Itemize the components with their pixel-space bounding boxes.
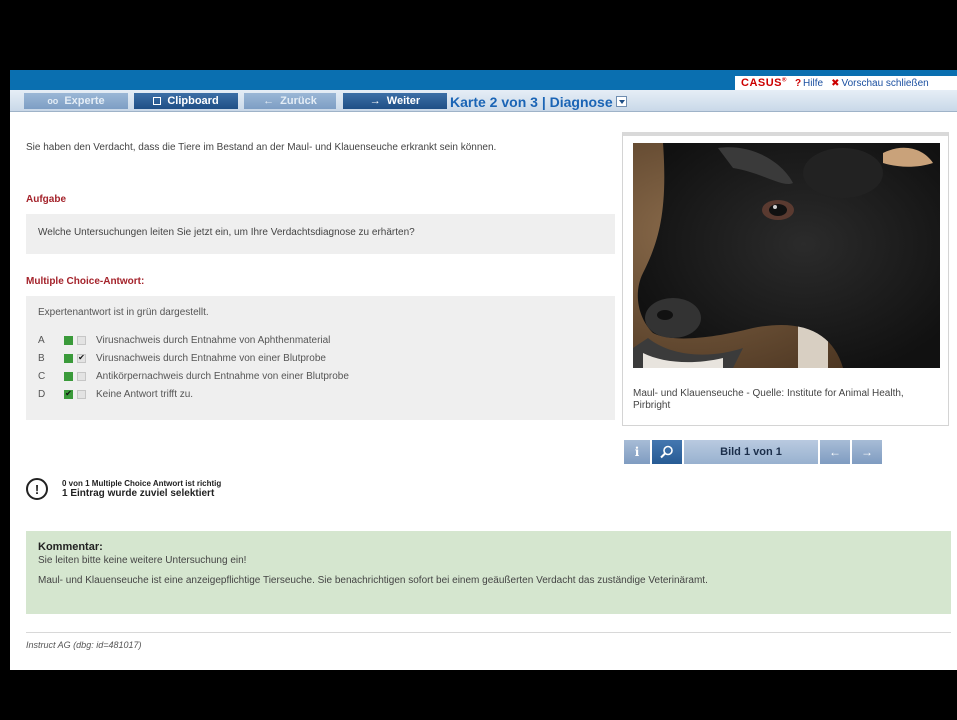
option-letter: C <box>38 370 46 382</box>
user-checkbox[interactable]: ✔ <box>77 353 86 363</box>
arrow-left-icon: ← <box>263 95 275 107</box>
comment-box: Kommentar: Sie leiten bitte keine weiter… <box>26 531 951 614</box>
clipboard-icon <box>153 97 162 105</box>
close-icon: ✖ <box>831 77 840 89</box>
comment-line-1: Sie leiten bitte keine weitere Untersuch… <box>38 555 247 566</box>
image-nav: i Bild 1 von 1 ← → <box>624 440 882 464</box>
cow-image <box>633 143 940 368</box>
magnifier-icon <box>660 445 673 459</box>
answer-option-b[interactable]: B ✔ Virusnachweis durch Entnahme von einer… <box>38 349 603 367</box>
image-counter: Bild 1 von 1 <box>684 440 818 464</box>
expert-checkbox <box>64 335 73 345</box>
arrow-right-icon: → <box>861 445 873 459</box>
answer-option-a[interactable]: A Virusnachweis durch Entnahme von Aphthe… <box>38 331 603 349</box>
app-window: CASUS® ? Hilfe ✖ Vorschau schließen oo Exp… <box>10 70 957 670</box>
arrow-left-icon: ← <box>829 445 841 459</box>
clipboard-button[interactable]: Clipboard <box>134 93 238 109</box>
help-icon: ? <box>794 77 802 89</box>
result-line-2: 1 Eintrag wurde zuviel selektiert <box>62 488 215 499</box>
option-text: Keine Antwort trifft zu. <box>96 388 194 400</box>
image-caption: Maul- und Klauenseuche - Quelle: Institu… <box>633 388 904 411</box>
answer-box: Expertenantwort ist in grün dargestellt.… <box>26 296 615 420</box>
task-heading: Aufgabe <box>26 194 66 205</box>
zoom-button[interactable] <box>652 440 682 464</box>
top-bar: CASUS® ? Hilfe ✖ Vorschau schließen <box>10 70 957 90</box>
answer-option-d[interactable]: D ✔ Keine Antwort trifft zu. <box>38 385 603 403</box>
user-checkbox[interactable] <box>77 335 86 345</box>
expert-checkbox <box>64 371 73 381</box>
arrow-right-icon: → <box>369 95 381 107</box>
close-preview-link[interactable]: ✖ Vorschau schließen <box>831 78 929 89</box>
user-checkbox[interactable] <box>77 389 86 399</box>
info-button[interactable]: i <box>624 440 650 464</box>
chevron-down-icon[interactable] <box>615 96 627 107</box>
next-image-button[interactable]: → <box>852 440 882 464</box>
option-letter: D <box>38 388 46 400</box>
image-panel: Maul- und Klauenseuche - Quelle: Institu… <box>622 132 949 426</box>
comment-line-2: Maul- und Klauenseuche ist eine anzeigep… <box>38 575 708 586</box>
task-question: Welche Untersuchungen leiten Sie jetzt e… <box>26 214 615 254</box>
casus-logo: CASUS® <box>741 77 787 89</box>
warning-icon: ! <box>26 478 48 500</box>
divider <box>26 632 951 633</box>
next-label: Weiter <box>386 95 421 107</box>
option-letter: A <box>38 334 45 346</box>
close-preview-label: Vorschau schließen <box>841 77 929 89</box>
footer-text: Instruct AG (dbg: id=481017) <box>26 640 142 650</box>
option-text: Virusnachweis durch Entnahme von Aphthen… <box>96 334 331 346</box>
result-line-1: 0 von 1 Multiple Choice Antwort ist rich… <box>62 479 222 488</box>
user-checkbox[interactable] <box>77 371 86 381</box>
expert-checkbox <box>64 353 73 363</box>
back-label: Zurück <box>280 95 317 107</box>
clipboard-label: Clipboard <box>167 95 219 107</box>
mc-hint: Expertenantwort ist in grün dargestellt. <box>38 307 209 318</box>
cow-photo[interactable] <box>633 143 940 368</box>
option-letter: B <box>38 352 45 364</box>
brand-box: CASUS® ? Hilfe ✖ Vorschau schließen <box>735 76 957 90</box>
glasses-icon: oo <box>47 96 59 106</box>
prev-image-button[interactable]: ← <box>820 440 850 464</box>
help-label: Hilfe <box>803 77 824 89</box>
option-text: Antikörpernachweis durch Entnahme von ei… <box>96 370 349 382</box>
card-select[interactable]: Karte 2 von 3 | Diagnose <box>450 93 627 110</box>
result-text: 0 von 1 Multiple Choice Antwort ist rich… <box>62 479 221 499</box>
nav-bar: oo Experte Clipboard ← Zurück → Weiter K… <box>10 90 957 112</box>
comment-title: Kommentar: <box>38 541 103 553</box>
mc-heading: Multiple Choice-Antwort: <box>26 276 145 287</box>
intro-text: Sie haben den Verdacht, dass die Tiere i… <box>26 142 497 153</box>
expert-label: Experte <box>64 95 105 107</box>
result-summary: ! 0 von 1 Multiple Choice Antwort ist ri… <box>26 478 221 500</box>
back-button[interactable]: ← Zurück <box>244 93 336 109</box>
info-icon: i <box>634 445 640 459</box>
option-list: A Virusnachweis durch Entnahme von Aphthe… <box>38 331 603 403</box>
help-link[interactable]: ? Hilfe <box>795 78 823 89</box>
card-select-value: Karte 2 von 3 | Diagnose <box>450 93 613 110</box>
expert-button[interactable]: oo Experte <box>24 93 128 109</box>
expert-checkbox: ✔ <box>64 389 73 399</box>
option-text: Virusnachweis durch Entnahme von einer B… <box>96 352 326 364</box>
next-button[interactable]: → Weiter <box>343 93 447 109</box>
answer-option-c[interactable]: C Antikörpernachweis durch Entnahme von e… <box>38 367 603 385</box>
